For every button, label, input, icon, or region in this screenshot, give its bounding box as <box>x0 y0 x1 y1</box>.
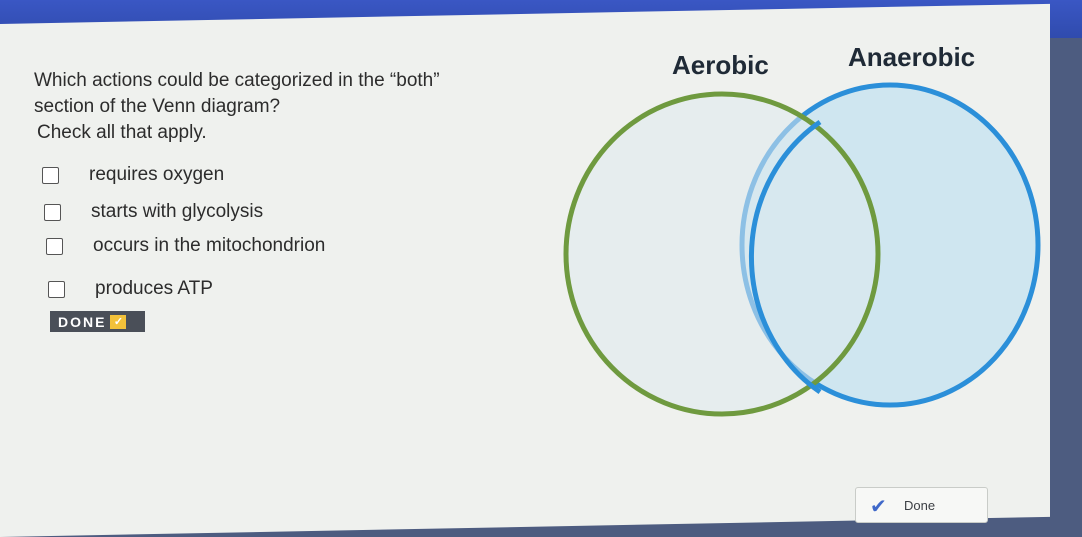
footer-done-label: Done <box>904 497 936 513</box>
anaerobic-label: Anaerobic <box>848 42 976 72</box>
aerobic-label: Aerobic <box>672 50 769 80</box>
checkmark-icon: ✔ <box>870 496 887 518</box>
footer-done-button[interactable]: ✔ Done <box>855 487 988 523</box>
venn-diagram <box>563 82 1041 417</box>
aerobic-circle <box>563 91 881 417</box>
